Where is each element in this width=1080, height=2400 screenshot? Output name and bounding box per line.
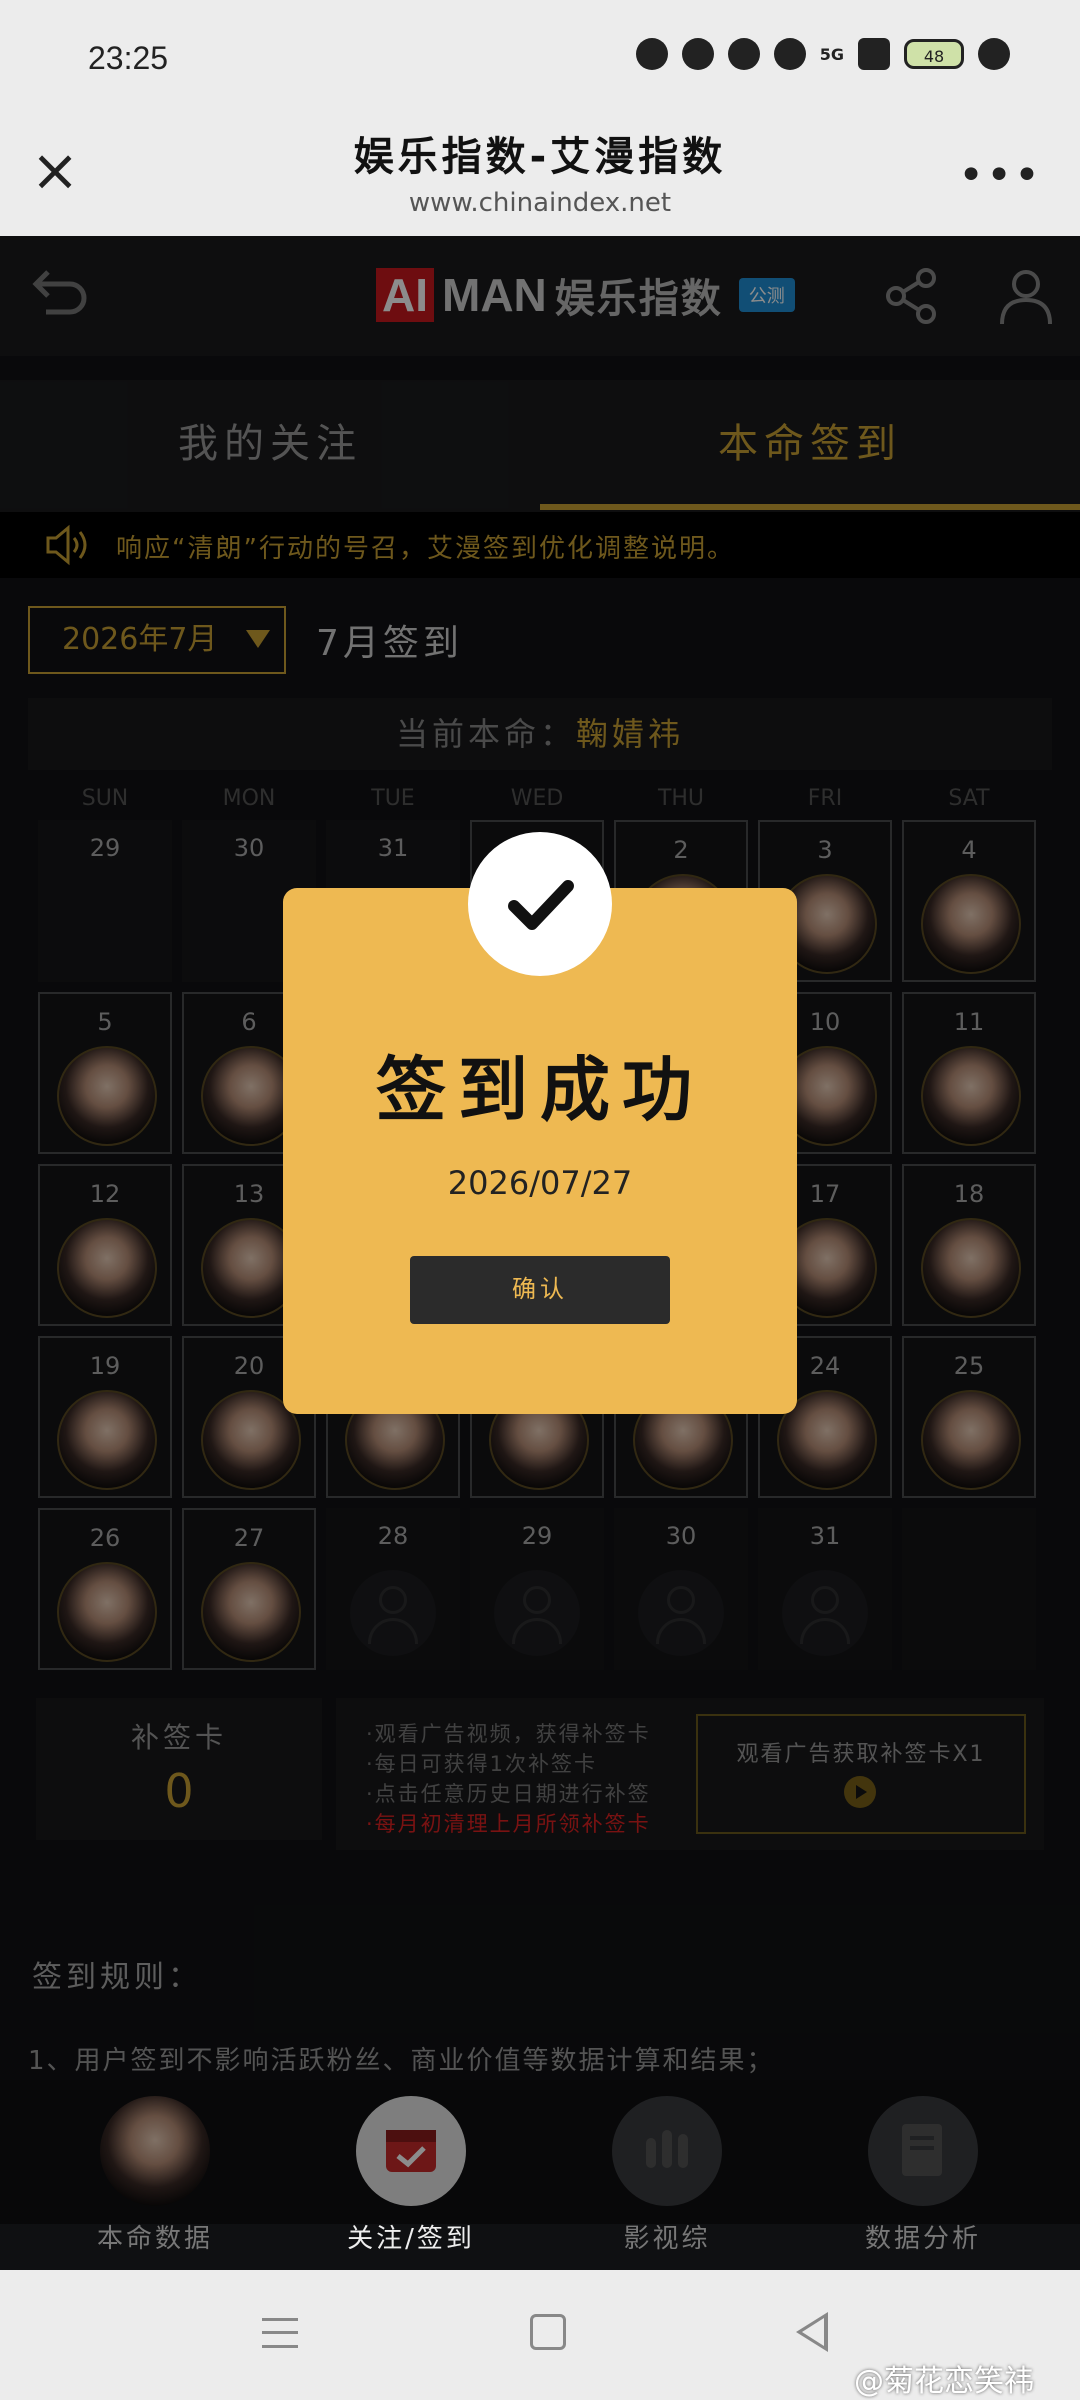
page-url: www.chinaindex.net — [408, 188, 672, 218]
home-icon[interactable] — [530, 2314, 566, 2350]
dialog-title: 签到成功 — [376, 1049, 704, 1131]
dialog-date: 2026/07/27 — [447, 1164, 633, 1202]
check-icon — [468, 832, 612, 976]
battery-icon: 48 — [904, 39, 964, 69]
watermark: @菊花恋笑祎 — [854, 2364, 1034, 2399]
status-time: 23:25 — [88, 40, 169, 76]
confirm-button[interactable]: 确认 — [410, 1256, 670, 1324]
more-icon[interactable]: ••• — [958, 150, 1042, 201]
notification-icon — [978, 38, 1010, 70]
menu-icon[interactable] — [262, 2318, 298, 2348]
notification-icon — [681, 38, 714, 70]
notification-icon — [635, 38, 668, 70]
back-triangle-icon[interactable] — [796, 2312, 828, 2352]
wifi-icon — [773, 38, 806, 70]
network-type: 5G — [819, 44, 844, 64]
signal-icon — [858, 38, 890, 70]
status-icons: 5G 48 — [635, 38, 1010, 70]
notification-icon — [727, 38, 760, 70]
page-title: 娱乐指数-艾漫指数 — [353, 134, 727, 180]
